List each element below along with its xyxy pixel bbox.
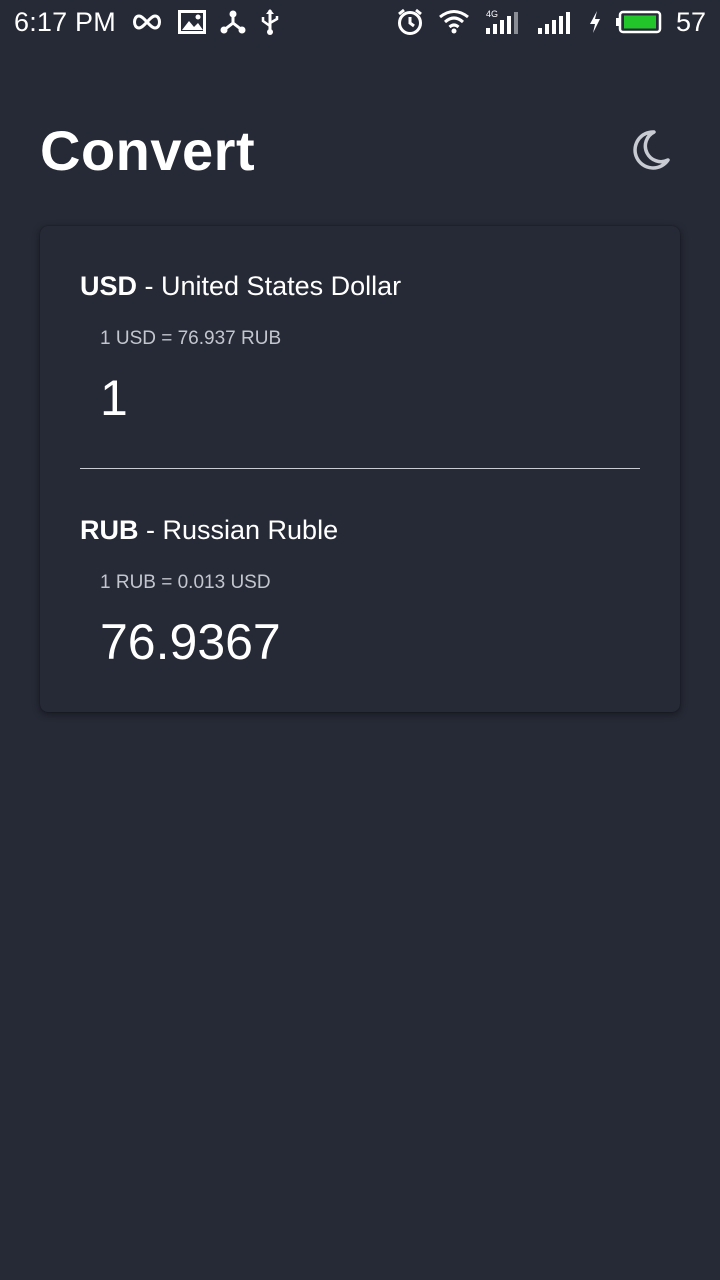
moon-icon: [633, 130, 670, 170]
from-amount-input[interactable]: [100, 362, 620, 434]
app-header: Convert: [40, 112, 680, 188]
from-currency-code: USD: [80, 271, 138, 301]
to-currency-block: RUB - Russian Ruble 1 RUB = 0.013 USD: [80, 510, 640, 678]
charging-icon: [588, 10, 602, 34]
to-amount-input[interactable]: [100, 606, 620, 678]
wifi-icon: [438, 9, 470, 35]
status-left: 6:17 PM: [14, 7, 280, 38]
from-currency-name: - United States Dollar: [137, 271, 402, 301]
share-hub-icon: [220, 9, 246, 35]
network-type-label: 4G: [486, 9, 498, 19]
status-right: 4G 57: [396, 7, 706, 38]
to-currency-selector[interactable]: RUB - Russian Ruble: [80, 510, 640, 550]
converter-card: USD - United States Dollar 1 USD = 76.93…: [40, 226, 680, 712]
page-title: Convert: [40, 118, 256, 182]
signal-4g-icon: 4G: [484, 8, 522, 36]
from-currency-selector[interactable]: USD - United States Dollar: [80, 266, 640, 306]
divider: [80, 468, 640, 469]
alarm-icon: [396, 8, 424, 36]
image-icon: [177, 10, 206, 34]
usb-icon: [260, 8, 280, 36]
battery-icon: [615, 10, 662, 34]
from-currency-block: USD - United States Dollar 1 USD = 76.93…: [80, 266, 640, 434]
from-exchange-rate: 1 USD = 76.937 RUB: [100, 328, 282, 349]
to-exchange-rate: 1 RUB = 0.013 USD: [100, 572, 271, 593]
to-currency-code: RUB: [80, 515, 139, 545]
status-bar: 6:17 PM 4G 57: [0, 0, 720, 44]
infinity-icon: [130, 12, 164, 32]
signal-icon: [536, 8, 574, 36]
to-currency-name: - Russian Ruble: [138, 515, 339, 545]
battery-level: 57: [675, 6, 706, 37]
status-time: 6:17 PM: [14, 6, 116, 37]
theme-toggle-button[interactable]: [620, 120, 680, 180]
